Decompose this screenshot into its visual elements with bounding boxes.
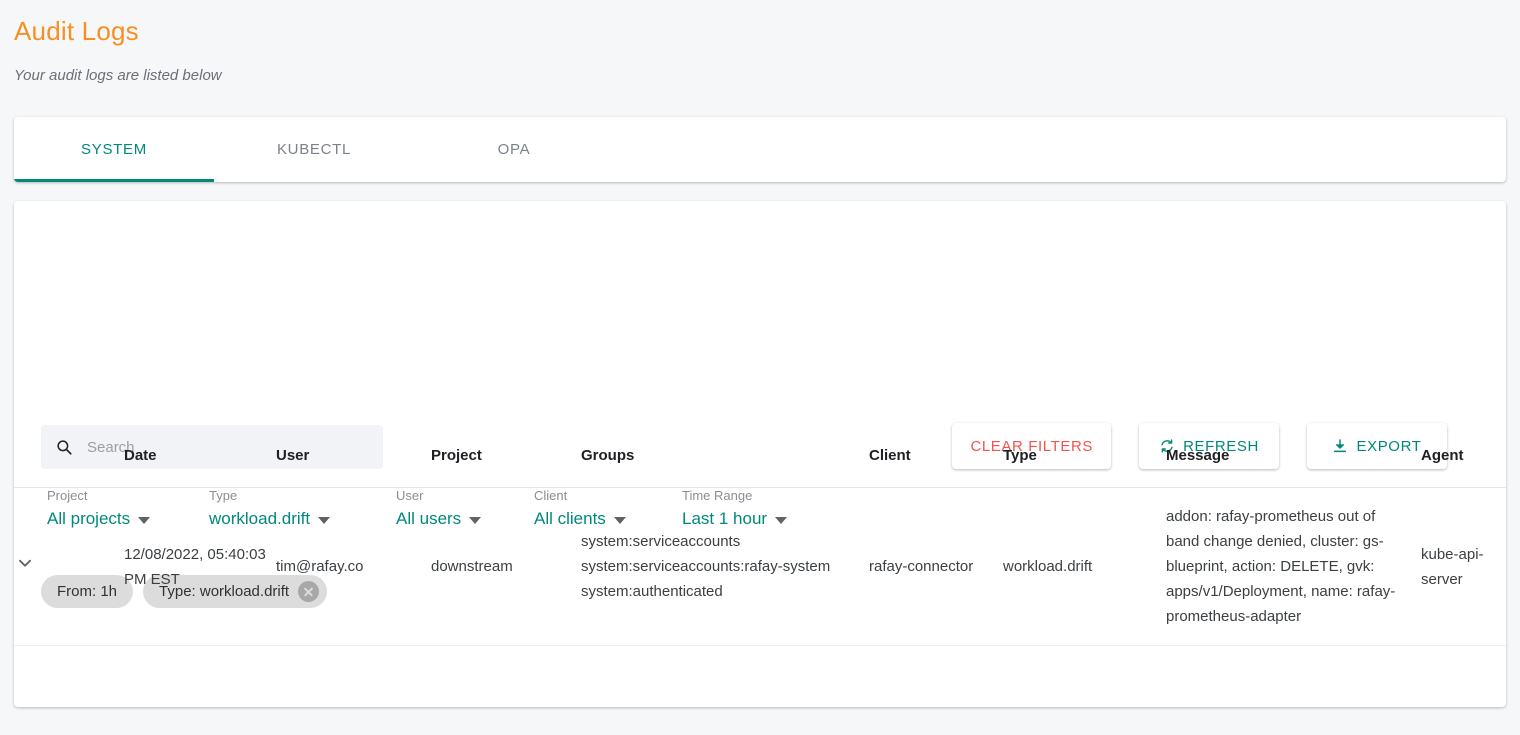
tab-system-label: SYSTEM xyxy=(81,141,147,158)
tab-kubectl[interactable]: KUBECTL xyxy=(214,117,414,182)
cell-message: addon: rafay-prometheus out of band chan… xyxy=(1166,487,1421,646)
page-header: Audit Logs Your audit logs are listed be… xyxy=(0,0,1520,86)
table-header-row: Date User Project Groups Client Type Mes… xyxy=(14,423,1506,488)
tab-system[interactable]: SYSTEM xyxy=(14,117,214,182)
column-header-date: Date xyxy=(124,423,276,488)
audit-logs-page: Audit Logs Your audit logs are listed be… xyxy=(0,0,1520,735)
tab-opa[interactable]: OPA xyxy=(414,117,614,182)
cell-agent: kube-api-server xyxy=(1421,487,1506,646)
cell-client: rafay-connector xyxy=(869,487,1003,646)
audit-logs-table: Date User Project Groups Client Type Mes… xyxy=(14,423,1506,646)
tab-kubectl-label: KUBECTL xyxy=(276,141,352,158)
cell-groups: system:serviceaccounts system:serviceacc… xyxy=(581,487,869,646)
column-header-agent: Agent xyxy=(1421,423,1506,488)
column-header-user: User xyxy=(276,423,431,488)
tabs-bar: SYSTEM KUBECTL OPA xyxy=(14,117,1506,182)
table-head: Date User Project Groups Client Type Mes… xyxy=(14,423,1506,488)
column-header-groups: Groups xyxy=(581,423,869,488)
cell-project: downstream xyxy=(431,487,581,646)
chevron-down-icon[interactable] xyxy=(14,552,36,574)
column-header-project: Project xyxy=(431,423,581,488)
tab-opa-label: OPA xyxy=(497,141,531,158)
cell-type: workload.drift xyxy=(1003,487,1166,646)
row-expand-cell[interactable] xyxy=(14,487,124,646)
column-header-expand xyxy=(14,423,124,488)
table-body: 12/08/2022, 05:40:03 PM EST tim@rafay.co… xyxy=(14,487,1506,646)
cell-date: 12/08/2022, 05:40:03 PM EST xyxy=(124,487,276,646)
audit-logs-table-wrap: Date User Project Groups Client Type Mes… xyxy=(14,423,1506,707)
column-header-message: Message xyxy=(1166,423,1421,488)
column-header-type: Type xyxy=(1003,423,1166,488)
page-subtitle: Your audit logs are listed below xyxy=(14,67,222,84)
column-header-client: Client xyxy=(869,423,1003,488)
table-row[interactable]: 12/08/2022, 05:40:03 PM EST tim@rafay.co… xyxy=(14,487,1506,646)
audit-logs-panel: CLEAR FILTERS REFRESH EXPORT xyxy=(14,201,1506,707)
cell-user: tim@rafay.co xyxy=(276,487,431,646)
page-title: Audit Logs xyxy=(14,16,139,46)
